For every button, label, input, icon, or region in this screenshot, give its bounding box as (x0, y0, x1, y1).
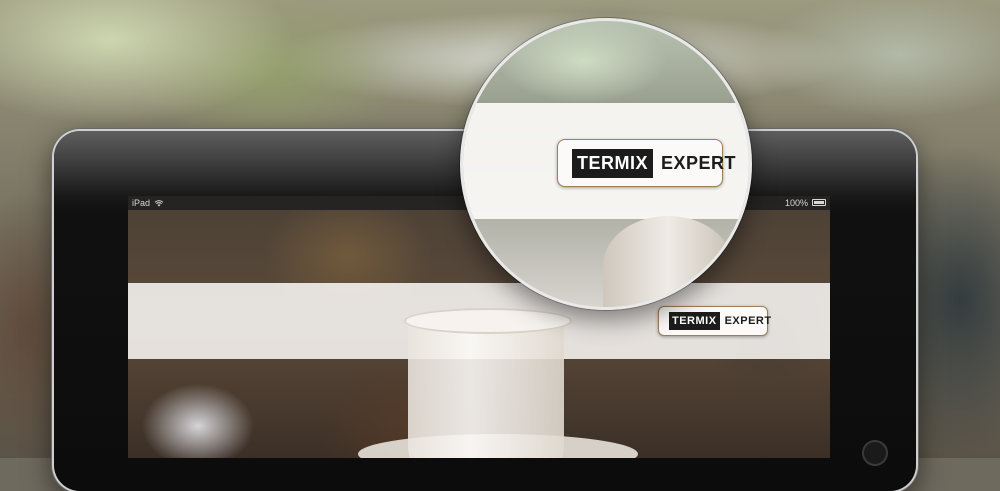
termix-expert-logo[interactable]: TERMIX EXPERT (658, 306, 771, 336)
coffee-cup-image (408, 316, 564, 458)
magnifier-lens: TERMIX EXPERT (460, 18, 752, 310)
status-battery-percent: 100% (784, 198, 808, 208)
magnified-termix-expert-logo: TERMIX EXPERT (557, 139, 736, 187)
ipad-home-button[interactable] (862, 440, 888, 466)
magnified-cup-image (603, 216, 733, 307)
coffee-cup-rim (404, 308, 572, 334)
status-device-name: iPad (132, 198, 151, 208)
battery-icon (812, 199, 826, 206)
magnified-logo-expert-text: EXPERT (661, 152, 737, 173)
logo-expert-text: EXPERT (724, 315, 772, 327)
logo-termix-text: TERMIX (669, 312, 720, 330)
wifi-icon (154, 200, 164, 207)
magnified-logo-termix-text: TERMIX (572, 148, 654, 178)
